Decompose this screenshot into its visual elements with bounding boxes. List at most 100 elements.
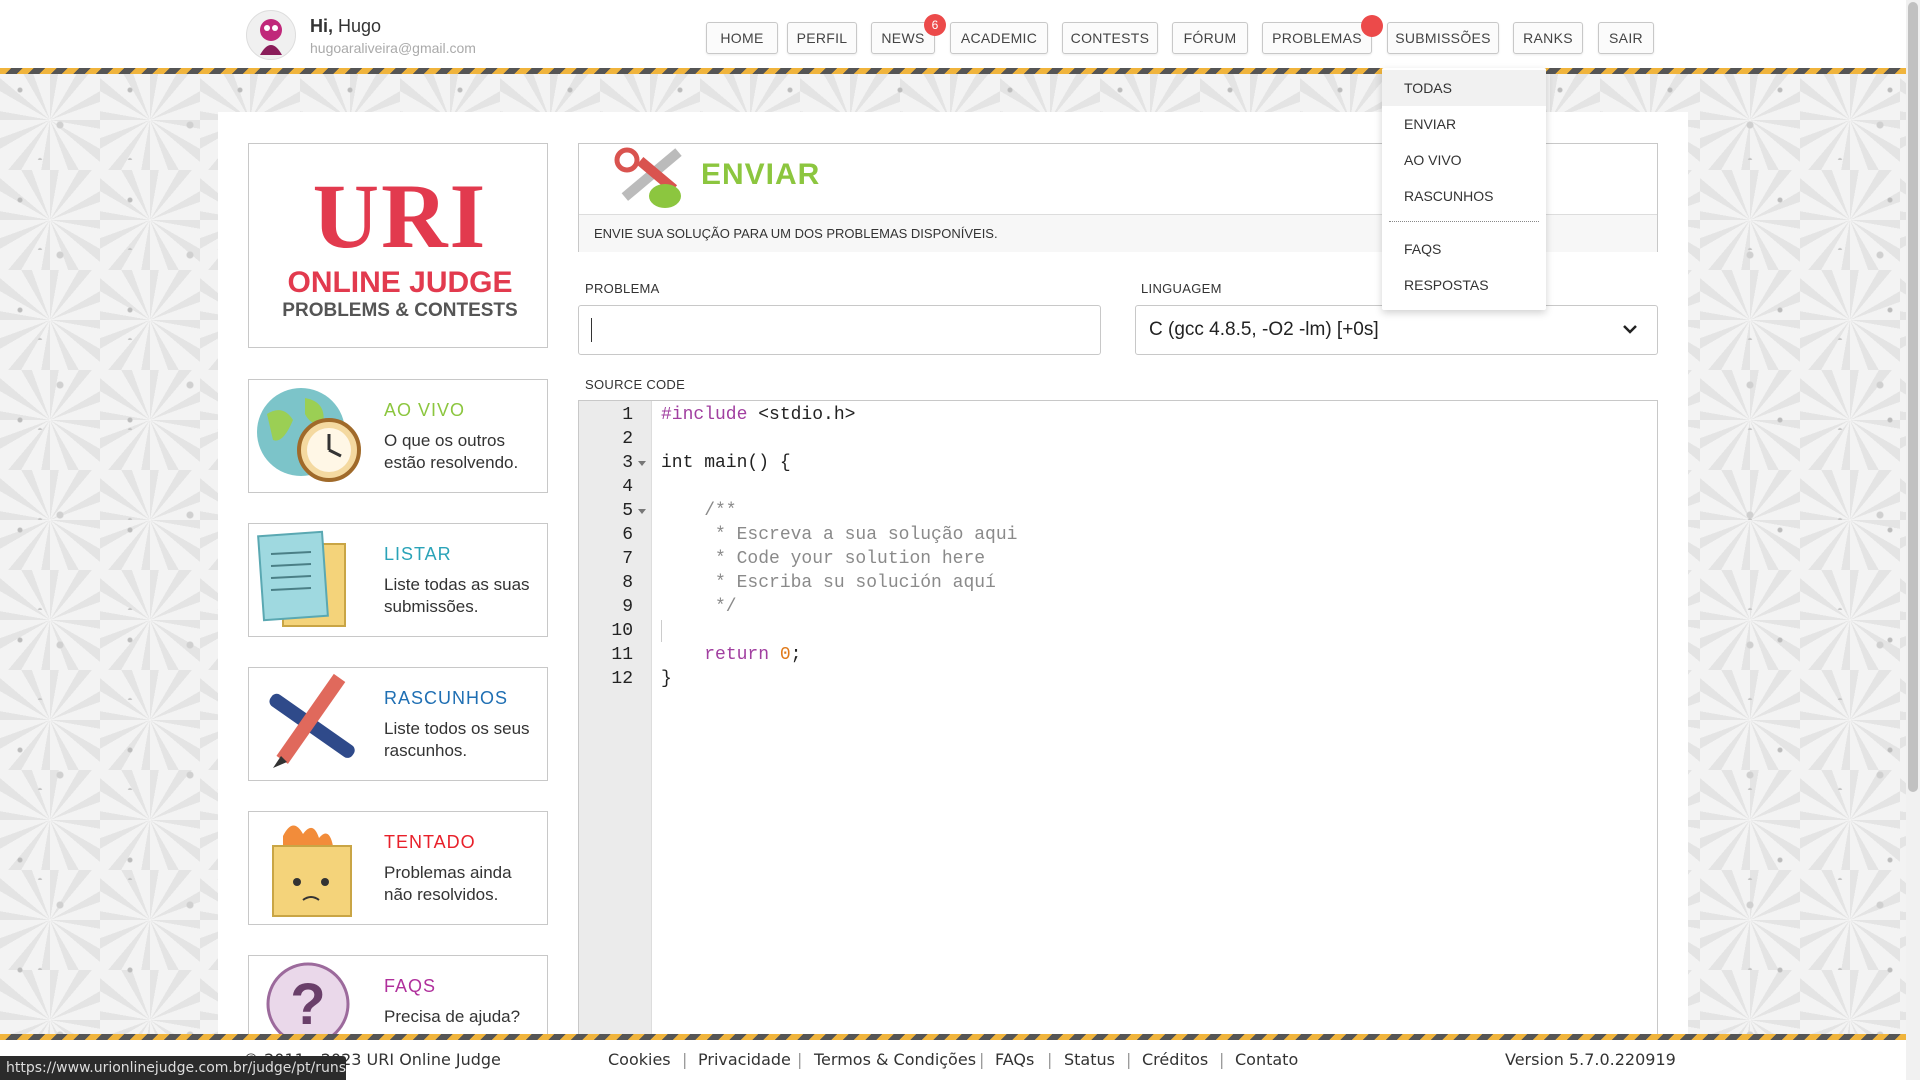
line-number: 4 <box>622 477 633 497</box>
line-number: 11 <box>611 645 633 665</box>
footer-separator: | <box>682 1050 688 1069</box>
line-number: 1 <box>622 405 633 425</box>
code-line: 11 return 0; <box>579 643 1657 667</box>
line-number: 6 <box>622 525 633 545</box>
sidebar-title-tentado: TENTADO <box>384 832 476 852</box>
footer-link-faqs[interactable]: FAQs <box>995 1050 1034 1069</box>
code-token: /** <box>661 501 737 521</box>
footer-separator: | <box>1126 1050 1132 1069</box>
code-token: int main() { <box>661 453 791 473</box>
logo-problems-contests-text: PROBLEMS & CONTESTS <box>282 300 518 321</box>
nav-forum-button[interactable]: FÓRUM <box>1172 22 1248 54</box>
code-token: #include <box>661 405 748 425</box>
dropdown-separator <box>1389 221 1539 222</box>
nav-ranks-button[interactable]: RANKS <box>1513 22 1583 54</box>
language-label: LINGUAGEM <box>1141 281 1222 296</box>
nav-sair-button[interactable]: SAIR <box>1598 22 1654 54</box>
problem-label: PROBLEMA <box>585 281 660 296</box>
code-line: 6 * Escreva a sua solução aqui <box>579 523 1657 547</box>
user-name: Hugo <box>338 16 382 36</box>
dropdown-item-faqs[interactable]: FAQS <box>1382 231 1546 267</box>
sidebar-desc-faqs: Precisa de ajuda? <box>384 1007 521 1026</box>
nav-perfil-button[interactable]: PERFIL <box>787 22 857 54</box>
greeting: Hi, Hugo <box>310 16 381 37</box>
dropdown-item-ao-vivo[interactable]: AO VIVO <box>1382 142 1546 178</box>
page-title: ENVIAR <box>701 158 821 191</box>
code-line: 8 * Escriba su solución aquí <box>579 571 1657 595</box>
avatar[interactable] <box>246 10 296 60</box>
sidebar-card-faqs[interactable]: ? FAQS Precisa de ajuda? <box>248 955 548 1045</box>
sidebar-desc-tentado: Problemas ainda não resolvidos. <box>384 863 512 904</box>
problem-input[interactable] <box>578 305 1101 355</box>
scrollbar-thumb[interactable] <box>1908 2 1918 792</box>
sidebar-card-tentado[interactable]: TENTADO Problemas ainda não resolvidos. <box>248 811 548 925</box>
footer-link-privacidade[interactable]: Privacidade <box>698 1050 791 1069</box>
code-token: 0 <box>779 645 791 665</box>
dropdown-item-enviar[interactable]: ENVIAR <box>1382 106 1546 142</box>
sidebar-title-listar: LISTAR <box>384 544 452 564</box>
footer-separator: | <box>1047 1050 1053 1069</box>
footer-separator: | <box>797 1050 803 1069</box>
question-mark-icon: ? <box>251 958 365 1044</box>
footer-link-termos[interactable]: Termos & Condições <box>814 1050 976 1069</box>
line-number: 5 <box>622 501 633 521</box>
browser-status-url: https://www.urionlinejudge.com.br/judge/… <box>0 1056 346 1080</box>
code-token: <stdio.h> <box>747 405 856 425</box>
language-selected-value: C (gcc 4.8.5, -O2 -lm) [+0s] <box>1149 319 1379 340</box>
news-count-badge: 6 <box>924 14 946 36</box>
line-number: 9 <box>622 597 633 617</box>
code-token: * Code your solution here <box>661 549 986 569</box>
problemas-badge <box>1361 15 1383 37</box>
line-number: 2 <box>622 429 633 449</box>
logo-uri-text: URI <box>312 165 488 267</box>
svg-text:?: ? <box>290 972 325 1037</box>
greeting-bold: Hi, <box>310 16 334 36</box>
header: Hi, Hugo hugoaraliveira@gmail.com HOME P… <box>0 0 1920 68</box>
footer-link-status[interactable]: Status <box>1064 1050 1115 1069</box>
tools-icon <box>599 146 689 214</box>
sidebar-title-faqs: FAQS <box>384 976 437 996</box>
nav-problemas-button[interactable]: PROBLEMAS <box>1262 22 1372 54</box>
uri-logo[interactable]: URI ONLINE JUDGE PROBLEMS & CONTESTS <box>248 143 548 348</box>
user-email: hugoaraliveira@gmail.com <box>310 40 476 56</box>
dropdown-item-todas[interactable]: TODAS <box>1382 70 1546 106</box>
nav-home-button[interactable]: HOME <box>706 22 778 54</box>
pen-pencil-icon <box>251 670 365 778</box>
code-line: 10 <box>579 619 1657 643</box>
code-token: * Escreva a sua solução aqui <box>661 525 1018 545</box>
code-line: 12 } <box>579 667 1657 691</box>
page-scrollbar[interactable] <box>1906 0 1920 1080</box>
footer-link-creditos[interactable]: Créditos <box>1142 1050 1208 1069</box>
code-token: */ <box>661 597 737 617</box>
nav-submissoes-button[interactable]: SUBMISSÕES <box>1387 22 1499 54</box>
globe-clock-icon <box>251 382 365 490</box>
sidebar-card-listar[interactable]: LISTAR Liste todas as suas submissões. <box>248 523 548 637</box>
language-select[interactable]: C (gcc 4.8.5, -O2 -lm) [+0s] <box>1135 305 1658 355</box>
code-token: * Escriba su solución aquí <box>661 573 996 593</box>
footer-link-contato[interactable]: Contato <box>1235 1050 1298 1069</box>
code-token: ; <box>790 645 802 665</box>
text-cursor <box>591 318 592 342</box>
source-code-label: SOURCE CODE <box>585 377 686 392</box>
footer-link-cookies[interactable]: Cookies <box>608 1050 671 1069</box>
sidebar-title-rascunhos: RASCUNHOS <box>384 688 509 708</box>
fold-arrow-icon[interactable] <box>638 509 646 514</box>
logo-online-judge-text: ONLINE JUDGE <box>287 266 513 299</box>
fold-arrow-icon[interactable] <box>638 461 646 466</box>
code-editor[interactable]: 1 #include <stdio.h> 2 3 int main() { 4 … <box>578 400 1658 1050</box>
chevron-down-icon <box>1623 325 1637 334</box>
sidebar-card-ao-vivo[interactable]: AO VIVO O que os outros estão resolvendo… <box>248 379 548 493</box>
dropdown-item-respostas[interactable]: RESPOSTAS <box>1382 267 1546 303</box>
dropdown-item-rascunhos[interactable]: RASCUNHOS <box>1382 178 1546 214</box>
sidebar-card-rascunhos[interactable]: RASCUNHOS Liste todos os seus rascunhos. <box>248 667 548 781</box>
sidebar-desc-listar: Liste todas as suas submissões. <box>384 575 530 616</box>
line-number: 7 <box>622 549 633 569</box>
nav-academic-button[interactable]: ACADEMIC <box>950 22 1048 54</box>
nav-contests-button[interactable]: CONTESTS <box>1062 22 1158 54</box>
editor-cursor <box>661 620 662 642</box>
avatar-icon <box>260 19 282 55</box>
code-line: 7 * Code your solution here <box>579 547 1657 571</box>
footer-separator: | <box>979 1050 985 1069</box>
documents-icon <box>251 526 365 634</box>
